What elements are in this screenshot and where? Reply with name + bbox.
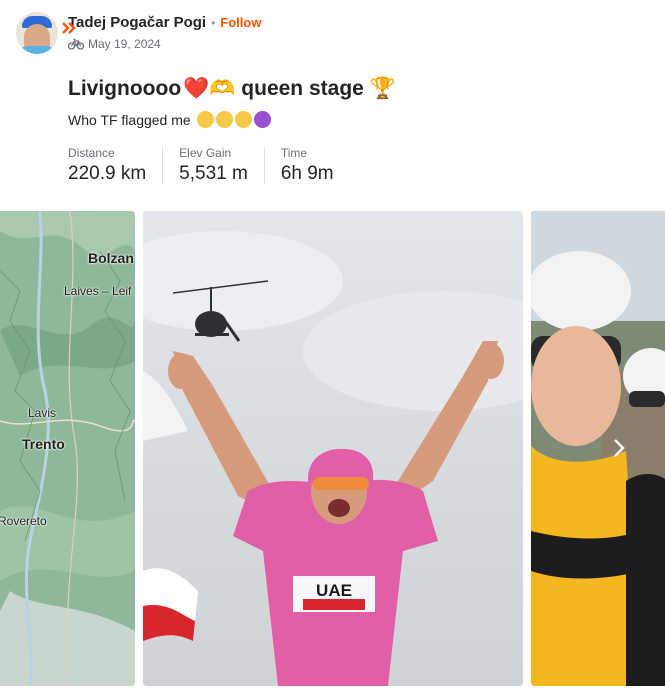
follow-button[interactable]: Follow bbox=[220, 15, 261, 30]
activity-stats: Distance 220.9 km Elev Gain 5,531 m Time… bbox=[68, 146, 648, 185]
subscriber-chevron-icon bbox=[62, 22, 76, 34]
activity-title-rest: ❤️🫶 queen stage 🏆 bbox=[183, 77, 396, 100]
photo-victory-celebration[interactable]: UAE bbox=[143, 211, 523, 686]
photo-selfie[interactable] bbox=[531, 211, 665, 686]
activity-content: Livignoooo ❤️🫶 queen stage 🏆 Who TF flag… bbox=[68, 74, 648, 185]
svg-text:UAE: UAE bbox=[316, 581, 352, 600]
activity-title-text: Livignoooo bbox=[68, 77, 182, 100]
avatar-shirt bbox=[18, 46, 56, 54]
stat-distance: Distance 220.9 km bbox=[68, 146, 164, 185]
map-label-bolzano: Bolzan bbox=[88, 250, 134, 266]
map-label-rovereto: Rovereto bbox=[0, 514, 47, 528]
activity-date: May 19, 2024 bbox=[88, 37, 161, 51]
route-map[interactable]: Bolzan Laives – Leif Lavis Trento Rovere… bbox=[0, 211, 135, 686]
stat-label: Time bbox=[280, 146, 308, 160]
activity-header: Tadej Pogačar Pogi • Follow May 19, 2024 bbox=[16, 12, 261, 54]
activity-title[interactable]: Livignoooo ❤️🫶 queen stage 🏆 bbox=[68, 74, 648, 104]
stat-label: Distance bbox=[68, 146, 115, 160]
stat-value: 220.9 km bbox=[68, 163, 147, 184]
activity-description-text: Who TF flagged me bbox=[68, 111, 191, 128]
map-label-laives: Laives – Leif bbox=[64, 284, 132, 298]
avatar[interactable] bbox=[16, 12, 58, 54]
bike-icon bbox=[68, 38, 84, 50]
media-gallery: Bolzan Laives – Leif Lavis Trento Rovere… bbox=[0, 211, 665, 686]
map-label-trento: Trento bbox=[22, 436, 65, 452]
activity-description: Who TF flagged me bbox=[68, 111, 648, 128]
smirking-face-emoji bbox=[215, 111, 233, 128]
smiling-devil-emoji bbox=[253, 111, 271, 128]
selfie-photo-illustration bbox=[531, 211, 665, 686]
stat-time: Time 6h 9m bbox=[281, 146, 350, 185]
athlete-name[interactable]: Tadej Pogačar Pogi bbox=[68, 14, 206, 31]
map-label-lavis: Lavis bbox=[28, 406, 57, 420]
stat-label: Elev Gain bbox=[179, 146, 232, 160]
victory-photo-illustration: UAE bbox=[143, 231, 523, 686]
map-terrain bbox=[0, 211, 135, 686]
crying-face-emoji bbox=[234, 111, 252, 128]
sneezing-face-emoji bbox=[196, 111, 214, 128]
separator-dot: • bbox=[211, 16, 216, 30]
stat-value: 5,531 m bbox=[179, 163, 248, 184]
stat-elev-gain: Elev Gain 5,531 m bbox=[179, 146, 265, 185]
stat-value: 6h 9m bbox=[280, 163, 334, 184]
chevron-right-icon[interactable] bbox=[608, 436, 630, 460]
